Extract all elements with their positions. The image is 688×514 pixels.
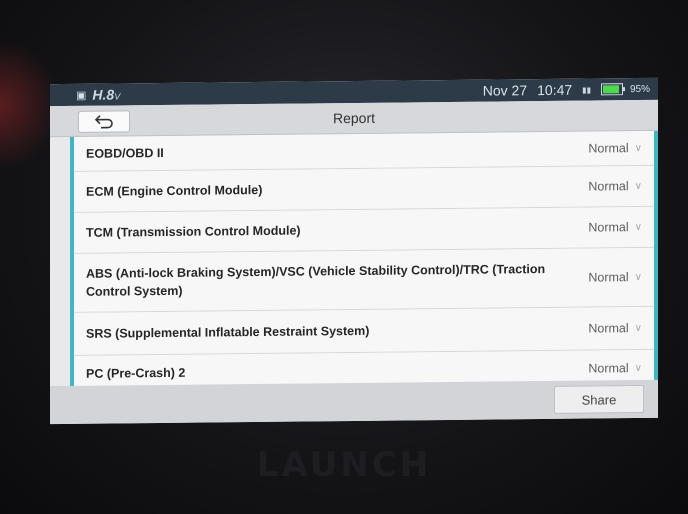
status-dropdown[interactable]: Normal ∨	[588, 270, 642, 285]
report-item-name: EOBD/OBD II	[86, 145, 164, 161]
share-button[interactable]: Share	[554, 384, 644, 414]
status-value: Normal	[588, 179, 629, 194]
status-dropdown[interactable]: Normal ∨	[588, 179, 642, 194]
back-arrow-icon	[94, 115, 113, 129]
device-brand-logo: LAUNCH	[256, 445, 432, 485]
page-title: Report	[332, 109, 376, 127]
status-value: Normal	[588, 220, 629, 235]
report-item-srs[interactable]: SRS (Supplemental Inflatable Restraint S…	[74, 306, 654, 356]
status-value: Normal	[588, 141, 629, 156]
back-button[interactable]	[78, 110, 130, 133]
chevron-down-icon: ∨	[634, 180, 642, 192]
battery-percent: 95%	[629, 83, 650, 95]
chevron-down-icon: ∨	[634, 221, 642, 233]
battery-indicator: 95%	[600, 83, 650, 96]
date-label: Nov 27	[482, 82, 528, 99]
voltage-readout: H.8V	[92, 86, 121, 103]
report-item-abs[interactable]: ABS (Anti-lock Braking System)/VSC (Vehi…	[74, 247, 654, 313]
report-item-name: ECM (Engine Control Module)	[86, 182, 263, 199]
report-item-name: TCM (Transmission Control Module)	[86, 223, 301, 240]
report-list: EOBD/OBD II Normal ∨ ECM (Engine Control …	[70, 130, 658, 387]
report-item-name: ABS (Anti-lock Braking System)/VSC (Vehi…	[86, 261, 546, 299]
device-screen: ▣ H.8V Nov 27 10:47 ▮▮ 95% Report EOBD/O…	[50, 77, 658, 425]
time-label: 10:47	[537, 81, 573, 99]
status-dropdown[interactable]: Normal ∨	[588, 361, 642, 376]
status-dropdown[interactable]: Normal ∨	[588, 220, 642, 235]
report-item-tcm[interactable]: TCM (Transmission Control Module) Normal…	[74, 206, 654, 254]
status-value: Normal	[588, 361, 629, 376]
chevron-down-icon: ∨	[634, 271, 642, 283]
chevron-down-icon: ∨	[634, 322, 642, 334]
battery-icon	[600, 83, 623, 96]
status-value: Normal	[588, 270, 629, 285]
report-item-name: PC (Pre-Crash) 2	[86, 365, 186, 381]
chevron-down-icon: ∨	[634, 362, 642, 374]
chevron-down-icon: ∨	[634, 142, 642, 154]
status-value: Normal	[588, 321, 629, 336]
report-item-ecm[interactable]: ECM (Engine Control Module) Normal ∨	[74, 165, 654, 213]
signal-icon: ▮▮	[582, 85, 591, 95]
bottom-bar: Share	[50, 379, 658, 425]
vehicle-icon: ▣	[76, 89, 87, 102]
status-dropdown[interactable]: Normal ∨	[588, 321, 642, 336]
report-item-name: SRS (Supplemental Inflatable Restraint S…	[86, 323, 370, 341]
title-bar: Report	[50, 99, 658, 138]
status-dropdown[interactable]: Normal ∨	[588, 141, 642, 156]
